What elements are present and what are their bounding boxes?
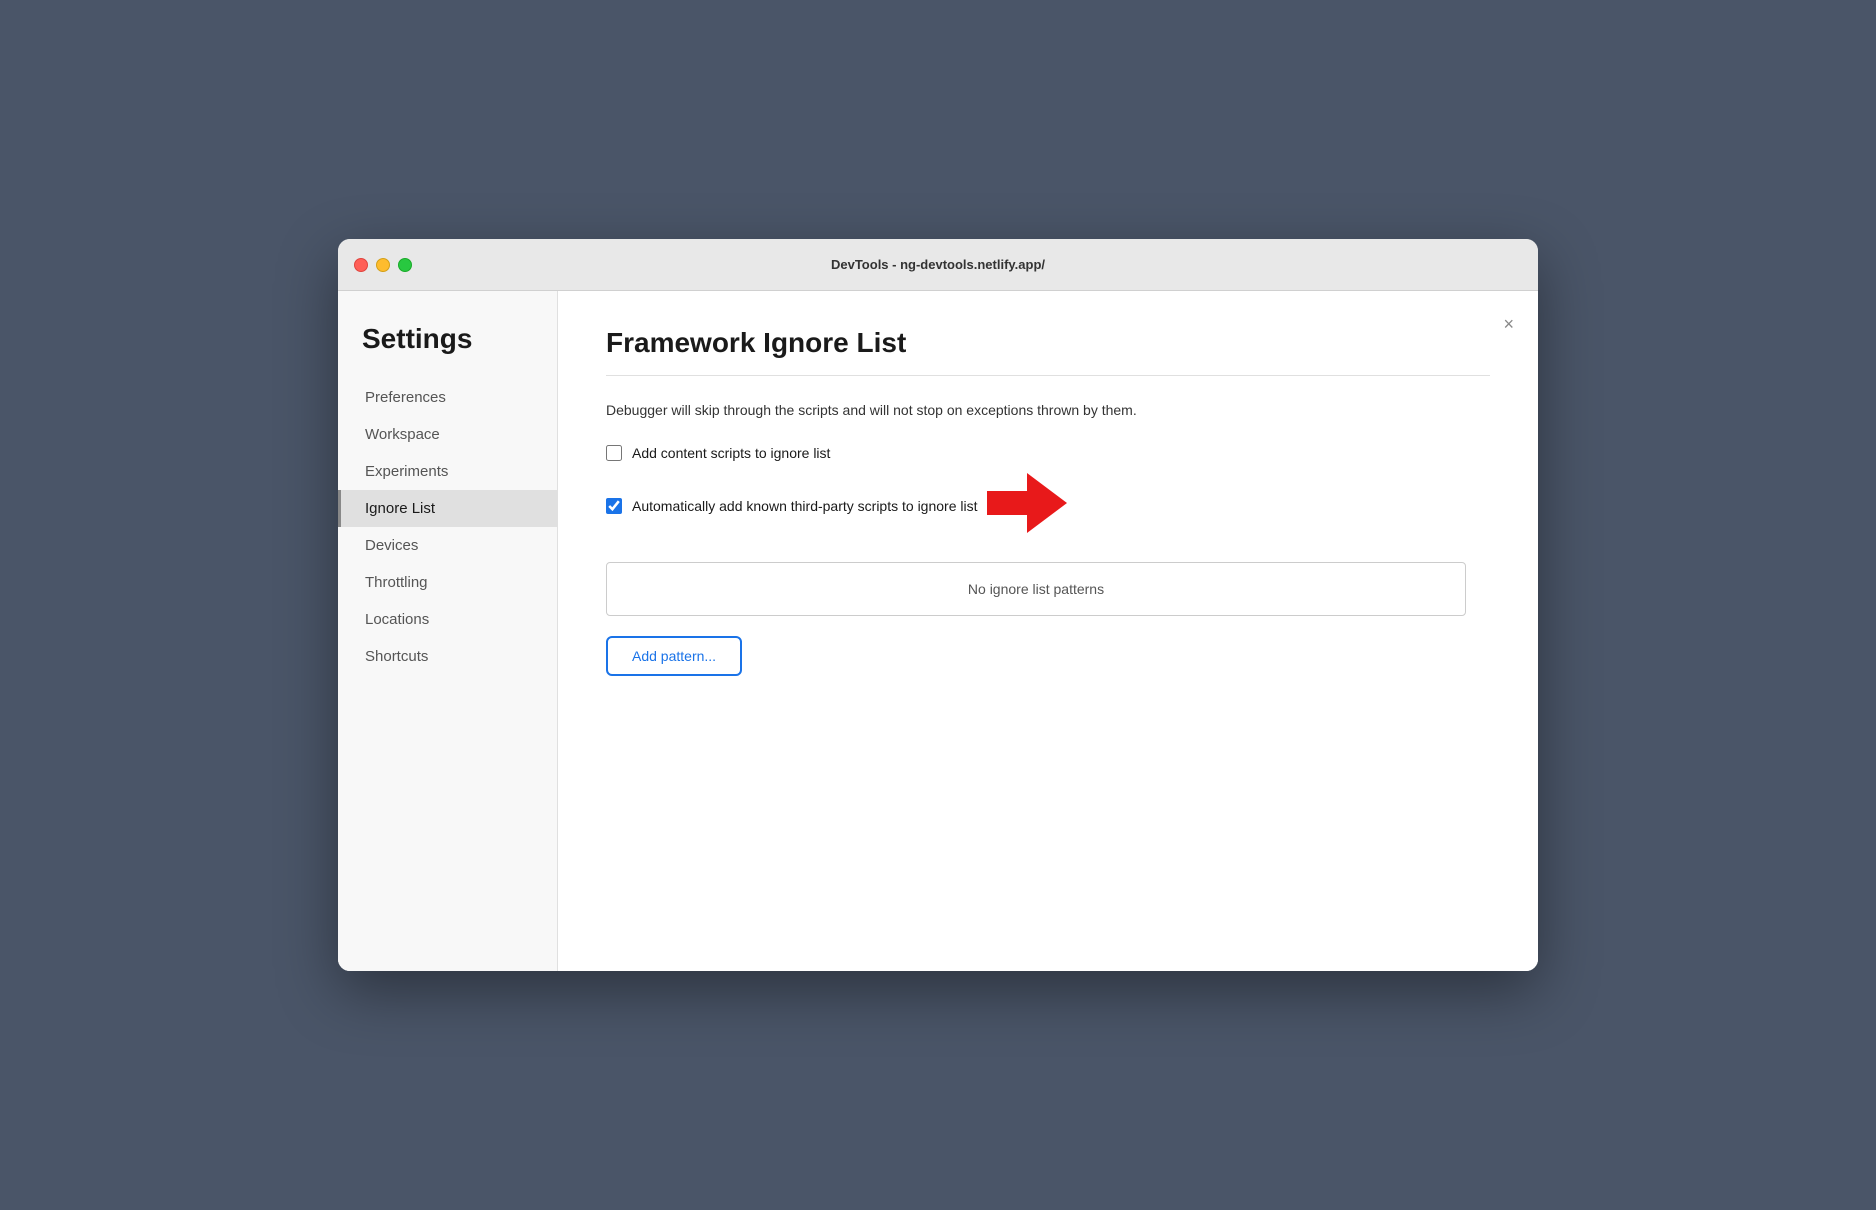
no-patterns-text: No ignore list patterns (968, 581, 1104, 597)
window-body: Settings Preferences Workspace Experimen… (338, 291, 1538, 971)
sidebar-item-preferences[interactable]: Preferences (338, 379, 557, 416)
minimize-traffic-light[interactable] (376, 258, 390, 272)
section-divider (606, 375, 1490, 376)
titlebar-title: DevTools - ng-devtools.netlify.app/ (831, 257, 1045, 272)
app-window: DevTools - ng-devtools.netlify.app/ Sett… (338, 239, 1538, 971)
sidebar-item-locations[interactable]: Locations (338, 601, 557, 638)
sidebar-item-experiments[interactable]: Experiments (338, 453, 557, 490)
checkbox-row-third-party: Automatically add known third-party scri… (606, 473, 1490, 538)
sidebar-item-throttling[interactable]: Throttling (338, 564, 557, 601)
sidebar-item-shortcuts[interactable]: Shortcuts (338, 638, 557, 675)
auto-add-third-party-checkbox[interactable] (606, 498, 622, 514)
sidebar-item-ignore-list[interactable]: Ignore List (338, 490, 557, 527)
auto-add-third-party-label[interactable]: Automatically add known third-party scri… (632, 498, 977, 514)
sidebar: Settings Preferences Workspace Experimen… (338, 291, 558, 971)
sidebar-item-workspace[interactable]: Workspace (338, 416, 557, 453)
add-content-scripts-checkbox[interactable] (606, 445, 622, 461)
red-arrow-annotation (987, 473, 1067, 538)
checkbox-row-content-scripts: Add content scripts to ignore list (606, 445, 1490, 461)
fullscreen-traffic-light[interactable] (398, 258, 412, 272)
titlebar: DevTools - ng-devtools.netlify.app/ (338, 239, 1538, 291)
close-traffic-light[interactable] (354, 258, 368, 272)
add-pattern-button[interactable]: Add pattern... (606, 636, 742, 676)
sidebar-item-devices[interactable]: Devices (338, 527, 557, 564)
no-patterns-box: No ignore list patterns (606, 562, 1466, 616)
close-button[interactable]: × (1499, 311, 1518, 337)
page-title: Framework Ignore List (606, 327, 1490, 359)
traffic-lights (354, 258, 412, 272)
sidebar-heading: Settings (338, 323, 557, 379)
add-content-scripts-label[interactable]: Add content scripts to ignore list (632, 445, 830, 461)
main-content: × Framework Ignore List Debugger will sk… (558, 291, 1538, 971)
description-text: Debugger will skip through the scripts a… (606, 400, 1490, 421)
